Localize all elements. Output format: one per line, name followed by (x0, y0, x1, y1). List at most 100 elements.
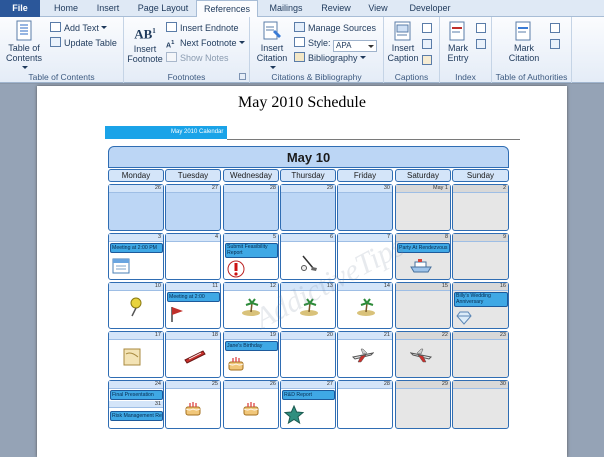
insert-footnote-label: Insert Footnote (127, 44, 163, 64)
event-feasibility-report[interactable]: Submit Feasibility Report (225, 243, 278, 258)
insert-table-of-figures-icon[interactable] (422, 23, 432, 33)
insert-footnote-icon: AB1 (134, 26, 156, 42)
day-header-sunday: Sunday (452, 169, 509, 182)
event-meeting-tuesday[interactable]: Meeting at 2:00 (167, 292, 220, 302)
calendar-cell[interactable]: 3 Meeting at 2:00 PM (108, 233, 164, 280)
citation-style-select[interactable]: APA (333, 40, 378, 52)
date-number: 15 (396, 283, 450, 291)
tab-mailings[interactable]: Mailings (261, 0, 311, 17)
insert-index-icon[interactable] (476, 23, 486, 33)
golf-icon (301, 255, 317, 271)
calendar-cell[interactable]: 15 (395, 282, 451, 329)
tab-home[interactable]: Home (46, 0, 86, 17)
calendar-cell[interactable]: 4 (165, 233, 221, 280)
mark-citation-button[interactable]: Mark Citation (506, 20, 542, 63)
calendar-cell[interactable]: 29 (280, 184, 336, 231)
calendar-cell[interactable]: 30 (452, 380, 509, 429)
calendar-cell[interactable]: 2 (452, 184, 509, 231)
tab-developer[interactable]: Developer (400, 0, 460, 17)
calendar-cell[interactable]: 28 (337, 380, 393, 429)
calendar-cell[interactable]: 22 (395, 331, 451, 378)
date-number: 26 (224, 381, 278, 389)
tab-references[interactable]: References (196, 0, 258, 18)
calendar-cell[interactable]: 10 (108, 282, 164, 329)
day-header-thursday: Thursday (280, 169, 336, 182)
airplane-icon (352, 348, 374, 363)
event-meeting[interactable]: Meeting at 2:00 PM (110, 243, 163, 253)
calendar-cell[interactable]: May 1 (395, 184, 451, 231)
calendar-cell[interactable]: 25 (165, 380, 221, 429)
group-label-index: Index (455, 72, 476, 82)
group-captions: Insert Caption Captions (384, 17, 440, 83)
date-number: 10 (109, 283, 163, 291)
date-number: 9 (453, 234, 508, 242)
event-risk-management-report[interactable]: Risk Management Report (110, 411, 163, 421)
show-notes-button[interactable]: Show Notes (166, 52, 229, 65)
tab-view[interactable]: View (360, 0, 396, 17)
show-notes-label: Show Notes (180, 53, 229, 63)
document-page[interactable]: May 2010 Schedule May 2010 Calendar May … (37, 86, 567, 457)
tab-page-layout[interactable]: Page Layout (132, 0, 194, 17)
day-header-saturday: Saturday (395, 169, 451, 182)
insert-caption-icon (394, 21, 411, 41)
event-birthday[interactable]: Jane's Birthday (225, 341, 278, 351)
date-number: 26 (109, 185, 163, 193)
calendar-cell[interactable]: 18 (165, 331, 221, 378)
event-wedding-anniversary[interactable]: Billy's Wedding Anniversary (454, 292, 508, 307)
date-number: 16 (453, 283, 508, 291)
calendar-cell[interactable]: 21 (337, 331, 393, 378)
calendar-cell[interactable]: 28 (223, 184, 279, 231)
calendar-cell[interactable]: 16 Billy's Wedding Anniversary (452, 282, 509, 329)
footnotes-dialog-launcher[interactable] (239, 73, 246, 80)
group-label-footnotes: Footnotes (167, 72, 206, 82)
insert-citation-icon (263, 21, 281, 40)
insert-footnote-button[interactable]: AB1 Insert Footnote (126, 21, 164, 64)
update-table-of-figures-icon[interactable] (422, 39, 432, 49)
date-number: 12 (224, 283, 278, 291)
update-table-of-authorities-icon[interactable] (550, 39, 560, 49)
tab-file[interactable]: File (0, 0, 40, 17)
calendar-cell[interactable]: 26 (223, 380, 279, 429)
add-text-button[interactable]: Add Text (50, 22, 107, 35)
calendar-cell[interactable]: 5 Submit Feasibility Report (223, 233, 279, 280)
date-number: 25 (166, 381, 220, 389)
update-index-icon[interactable] (476, 39, 486, 49)
calendar-cell[interactable]: 30 (337, 184, 393, 231)
insert-citation-button[interactable]: Insert Citation (254, 20, 290, 73)
calendar-cell[interactable]: 20 (280, 331, 336, 378)
calendar-cell[interactable]: 24 Final Presentation 31 Risk Management… (108, 380, 164, 429)
cross-reference-icon[interactable] (422, 55, 432, 65)
calendar-cell[interactable]: 19 Jane's Birthday (223, 331, 279, 378)
show-notes-icon (166, 52, 177, 62)
document-title: May 2010 Schedule (238, 94, 366, 111)
calendar-cell[interactable]: 27 R&D Report (280, 380, 336, 429)
calendar: May 10 Monday Tuesday Wednesday Thursday… (108, 146, 509, 436)
tab-insert[interactable]: Insert (88, 0, 128, 17)
event-rd-report[interactable]: R&D Report (282, 390, 335, 400)
bibliography-icon (294, 52, 305, 62)
calendar-cell[interactable]: 11 Meeting at 2:00 (165, 282, 221, 329)
calendar-cell[interactable]: 29 (395, 380, 451, 429)
calendar-cell[interactable]: 27 (165, 184, 221, 231)
next-footnote-button[interactable]: A1 Next Footnote (166, 37, 245, 50)
event-final-presentation[interactable]: Final Presentation (110, 390, 163, 400)
group-label-citations: Citations & Bibliography (271, 72, 362, 82)
date-number: 23 (453, 332, 508, 340)
bibliography-button[interactable]: Bibliography (294, 52, 366, 65)
insert-endnote-label: Insert Endnote (180, 23, 239, 33)
manage-sources-button[interactable]: Manage Sources (294, 22, 376, 35)
table-of-contents-button[interactable]: Table of Contents (2, 20, 46, 73)
insert-endnote-button[interactable]: Insert Endnote (166, 22, 239, 35)
mark-entry-button[interactable]: Mark Entry (442, 20, 474, 63)
insert-table-of-authorities-icon[interactable] (550, 23, 560, 33)
date-number: 24 (109, 381, 163, 389)
calendar-cell[interactable]: 9 (452, 233, 509, 280)
tab-review[interactable]: Review (314, 0, 358, 17)
mark-citation-label: Mark Citation (508, 43, 540, 63)
insert-caption-button[interactable]: Insert Caption (386, 20, 420, 63)
calendar-cell[interactable]: 23 (452, 331, 509, 378)
update-table-button[interactable]: Update Table (50, 37, 117, 50)
calendar-cell[interactable]: 17 (108, 331, 164, 378)
date-number: May 1 (396, 185, 450, 193)
calendar-cell[interactable]: 26 (108, 184, 164, 231)
